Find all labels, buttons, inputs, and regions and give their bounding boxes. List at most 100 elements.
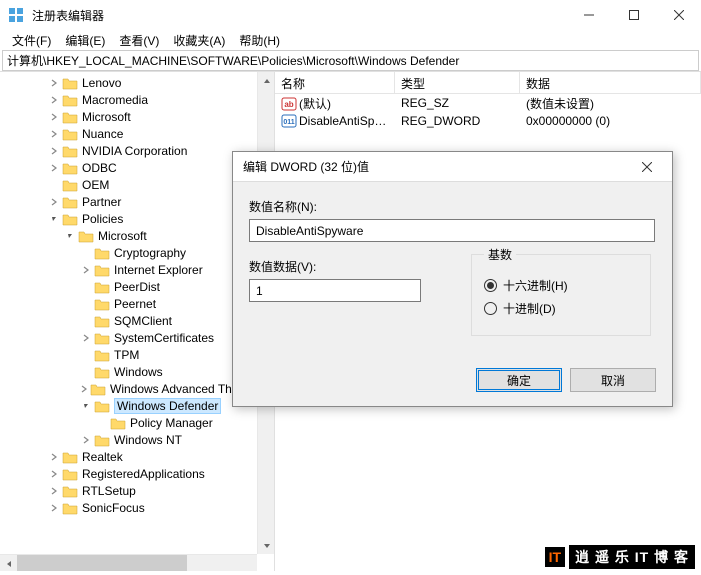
base-fieldset: 基数 十六进制(H) 十进制(D) — [471, 246, 651, 336]
ok-button[interactable]: 确定 — [476, 368, 562, 392]
tree-item-label: OEM — [82, 178, 109, 192]
tree-item-label: PeerDist — [114, 280, 160, 294]
expand-icon[interactable] — [80, 434, 92, 446]
expand-icon[interactable] — [48, 162, 60, 174]
value-name-input[interactable] — [249, 219, 655, 242]
address-bar[interactable]: 计算机\HKEY_LOCAL_MACHINE\SOFTWARE\Policies… — [2, 50, 699, 71]
value-data-input[interactable] — [249, 279, 421, 302]
tree-item-label: Cryptography — [114, 246, 186, 260]
tree-item[interactable]: Microsoft — [0, 108, 274, 125]
tree-item[interactable]: Windows NT — [0, 431, 274, 448]
maximize-button[interactable] — [611, 0, 656, 30]
expand-icon[interactable] — [48, 145, 60, 157]
regedit-icon — [8, 7, 24, 23]
tree-item-label: NVIDIA Corporation — [82, 144, 187, 158]
dialog-titlebar: 编辑 DWORD (32 位)值 — [233, 152, 672, 182]
value-type: REG_DWORD — [395, 114, 520, 128]
folder-icon — [62, 195, 78, 209]
radio-hex-row[interactable]: 十六进制(H) — [484, 277, 638, 294]
watermark-logo: IT — [545, 547, 565, 567]
tree-item-label: RegisteredApplications — [82, 467, 205, 481]
minimize-button[interactable] — [566, 0, 611, 30]
tree-item-label: Macromedia — [82, 93, 148, 107]
value-data: 0x00000000 (0) — [520, 114, 701, 128]
expander-none — [80, 298, 92, 310]
folder-icon — [62, 501, 78, 515]
tree-item-label: Policy Manager — [130, 416, 213, 430]
values-list[interactable]: ab(默认)REG_SZ(数值未设置)011DisableAntiSpy...R… — [275, 94, 701, 130]
tree-item-label: SonicFocus — [82, 501, 145, 515]
radio-dec-label: 十进制(D) — [503, 300, 556, 317]
collapse-icon[interactable] — [64, 230, 76, 242]
expand-icon[interactable] — [48, 111, 60, 123]
expand-icon[interactable] — [48, 196, 60, 208]
column-headers: 名称 类型 数据 — [275, 72, 701, 94]
value-data: (数值未设置) — [520, 95, 701, 112]
folder-icon — [62, 178, 78, 192]
expand-icon[interactable] — [80, 383, 88, 395]
window-title: 注册表编辑器 — [32, 7, 566, 24]
expand-icon[interactable] — [48, 502, 60, 514]
scroll-down-button[interactable] — [258, 537, 275, 554]
tree-item[interactable]: Policy Manager — [0, 414, 274, 431]
expand-icon[interactable] — [48, 451, 60, 463]
expand-icon[interactable] — [80, 332, 92, 344]
folder-icon — [94, 314, 110, 328]
tree-item[interactable]: Macromedia — [0, 91, 274, 108]
tree-item-label: Windows Defender — [114, 398, 221, 414]
scroll-left-button[interactable] — [0, 555, 17, 571]
menu-view[interactable]: 查看(V) — [113, 32, 165, 49]
value-row[interactable]: ab(默认)REG_SZ(数值未设置) — [275, 94, 701, 112]
address-text: 计算机\HKEY_LOCAL_MACHINE\SOFTWARE\Policies… — [7, 52, 459, 69]
tree-item[interactable]: RegisteredApplications — [0, 465, 274, 482]
menu-help[interactable]: 帮助(H) — [233, 32, 286, 49]
collapse-icon[interactable] — [80, 400, 92, 412]
svg-text:ab: ab — [284, 100, 293, 109]
tree-scrollbar-h[interactable] — [0, 554, 257, 571]
collapse-icon[interactable] — [48, 213, 60, 225]
tree-item-label: Windows NT — [114, 433, 182, 447]
watermark-text: 逍 遥 乐 IT 博 客 — [569, 545, 695, 569]
tree-item-label: Partner — [82, 195, 121, 209]
base-legend: 基数 — [484, 246, 516, 263]
expand-icon[interactable] — [80, 264, 92, 276]
tree-item[interactable]: SonicFocus — [0, 499, 274, 516]
tree-item[interactable]: Nuance — [0, 125, 274, 142]
value-row[interactable]: 011DisableAntiSpy...REG_DWORD0x00000000 … — [275, 112, 701, 130]
column-name[interactable]: 名称 — [275, 72, 395, 93]
dialog-close-button[interactable] — [632, 152, 662, 182]
folder-icon — [94, 280, 110, 294]
expand-icon[interactable] — [48, 77, 60, 89]
scroll-up-button[interactable] — [258, 72, 275, 89]
expand-icon[interactable] — [48, 128, 60, 140]
tree-item[interactable]: RTLSetup — [0, 482, 274, 499]
expand-icon[interactable] — [48, 468, 60, 480]
expand-icon[interactable] — [48, 485, 60, 497]
radio-dec-row[interactable]: 十进制(D) — [484, 300, 638, 317]
folder-icon — [62, 144, 78, 158]
radio-hex[interactable] — [484, 279, 497, 292]
expander-none — [48, 179, 60, 191]
column-type[interactable]: 类型 — [395, 72, 520, 93]
tree-item[interactable]: Realtek — [0, 448, 274, 465]
column-data[interactable]: 数据 — [520, 72, 701, 93]
tree-item[interactable]: Lenovo — [0, 74, 274, 91]
menubar: 文件(F) 编辑(E) 查看(V) 收藏夹(A) 帮助(H) — [0, 30, 701, 50]
dialog-buttons: 确定 取消 — [460, 368, 672, 392]
watermark: IT 逍 遥 乐 IT 博 客 — [545, 545, 695, 569]
tree-item-label: Microsoft — [98, 229, 147, 243]
expand-icon[interactable] — [48, 94, 60, 106]
cancel-button[interactable]: 取消 — [570, 368, 656, 392]
menu-edit[interactable]: 编辑(E) — [59, 32, 111, 49]
expander-none — [80, 349, 92, 361]
folder-icon — [94, 246, 110, 260]
menu-file[interactable]: 文件(F) — [6, 32, 57, 49]
tree-item-label: Policies — [82, 212, 123, 226]
expander-none — [80, 281, 92, 293]
scroll-thumb-h[interactable] — [17, 555, 187, 571]
menu-favorites[interactable]: 收藏夹(A) — [167, 32, 231, 49]
folder-icon — [62, 467, 78, 481]
close-button[interactable] — [656, 0, 701, 30]
radio-dec[interactable] — [484, 302, 497, 315]
tree-item-label: Peernet — [114, 297, 156, 311]
